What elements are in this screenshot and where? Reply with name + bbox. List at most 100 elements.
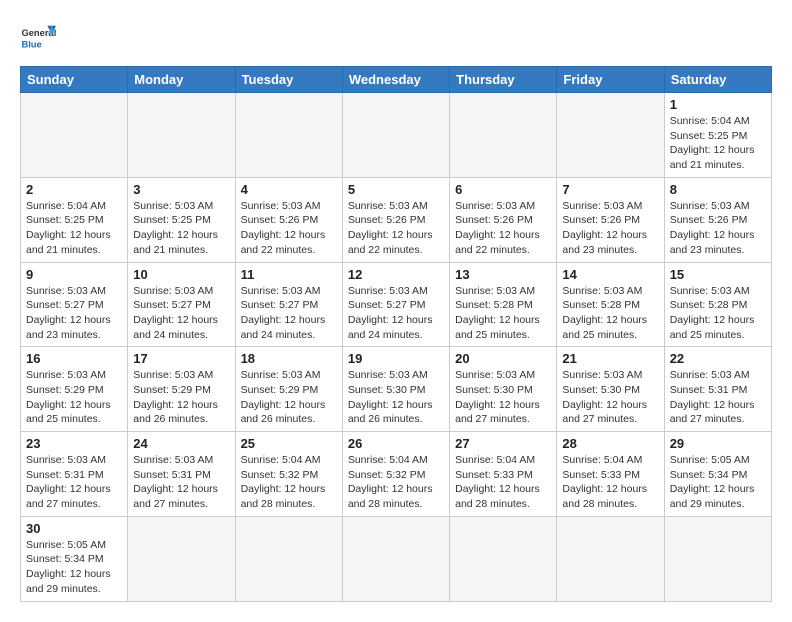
calendar-cell: 17 Sunrise: 5:03 AM Sunset: 5:29 PM Dayli… (128, 347, 235, 432)
calendar-cell: 25 Sunrise: 5:04 AM Sunset: 5:32 PM Dayli… (235, 432, 342, 517)
day-info: Sunrise: 5:03 AM Sunset: 5:25 PM Dayligh… (133, 199, 229, 258)
day-number: 17 (133, 351, 229, 366)
day-info: Sunrise: 5:03 AM Sunset: 5:28 PM Dayligh… (455, 284, 551, 343)
day-info: Sunrise: 5:03 AM Sunset: 5:26 PM Dayligh… (562, 199, 658, 258)
calendar-cell: 9 Sunrise: 5:03 AM Sunset: 5:27 PM Daylig… (21, 262, 128, 347)
day-number: 7 (562, 182, 658, 197)
calendar-week-6: 30 Sunrise: 5:05 AM Sunset: 5:34 PM Dayli… (21, 516, 772, 601)
page-header: General Blue (20, 20, 772, 56)
day-number: 30 (26, 521, 122, 536)
day-header-wednesday: Wednesday (342, 67, 449, 93)
day-info: Sunrise: 5:03 AM Sunset: 5:29 PM Dayligh… (241, 368, 337, 427)
day-info: Sunrise: 5:03 AM Sunset: 5:26 PM Dayligh… (241, 199, 337, 258)
day-info: Sunrise: 5:04 AM Sunset: 5:25 PM Dayligh… (26, 199, 122, 258)
calendar-cell: 29Sunrise: 5:05 AM Sunset: 5:34 PM Dayli… (664, 432, 771, 517)
day-number: 5 (348, 182, 444, 197)
day-header-friday: Friday (557, 67, 664, 93)
day-info: Sunrise: 5:03 AM Sunset: 5:29 PM Dayligh… (26, 368, 122, 427)
calendar-week-1: 1 Sunrise: 5:04 AM Sunset: 5:25 PM Daylig… (21, 93, 772, 178)
day-number: 2 (26, 182, 122, 197)
calendar-cell: 5 Sunrise: 5:03 AM Sunset: 5:26 PM Daylig… (342, 177, 449, 262)
day-number: 3 (133, 182, 229, 197)
logo: General Blue (20, 20, 56, 56)
day-number: 14 (562, 267, 658, 282)
day-info: Sunrise: 5:03 AM Sunset: 5:28 PM Dayligh… (562, 284, 658, 343)
calendar-cell: 2 Sunrise: 5:04 AM Sunset: 5:25 PM Daylig… (21, 177, 128, 262)
calendar-cell (450, 93, 557, 178)
day-number: 1 (670, 97, 766, 112)
calendar-cell: 23 Sunrise: 5:03 AM Sunset: 5:31 PM Dayli… (21, 432, 128, 517)
svg-text:Blue: Blue (21, 39, 41, 49)
day-info: Sunrise: 5:03 AM Sunset: 5:29 PM Dayligh… (133, 368, 229, 427)
day-number: 27 (455, 436, 551, 451)
calendar-cell: 27 Sunrise: 5:04 AM Sunset: 5:33 PM Dayli… (450, 432, 557, 517)
day-number: 11 (241, 267, 337, 282)
day-info: Sunrise: 5:03 AM Sunset: 5:26 PM Dayligh… (670, 199, 766, 258)
day-number: 23 (26, 436, 122, 451)
day-info: Sunrise: 5:03 AM Sunset: 5:26 PM Dayligh… (348, 199, 444, 258)
day-info: Sunrise: 5:03 AM Sunset: 5:28 PM Dayligh… (670, 284, 766, 343)
day-number: 28 (562, 436, 658, 451)
day-info: Sunrise: 5:05 AM Sunset: 5:34 PM Dayligh… (26, 538, 122, 597)
calendar-cell (128, 516, 235, 601)
day-info: Sunrise: 5:03 AM Sunset: 5:30 PM Dayligh… (455, 368, 551, 427)
calendar-cell: 19Sunrise: 5:03 AM Sunset: 5:30 PM Dayli… (342, 347, 449, 432)
calendar-cell (664, 516, 771, 601)
day-info: Sunrise: 5:03 AM Sunset: 5:26 PM Dayligh… (455, 199, 551, 258)
day-info: Sunrise: 5:04 AM Sunset: 5:33 PM Dayligh… (455, 453, 551, 512)
calendar-cell (342, 516, 449, 601)
day-header-saturday: Saturday (664, 67, 771, 93)
day-info: Sunrise: 5:03 AM Sunset: 5:31 PM Dayligh… (26, 453, 122, 512)
day-number: 13 (455, 267, 551, 282)
calendar-cell: 11Sunrise: 5:03 AM Sunset: 5:27 PM Dayli… (235, 262, 342, 347)
day-number: 26 (348, 436, 444, 451)
day-info: Sunrise: 5:04 AM Sunset: 5:25 PM Dayligh… (670, 114, 766, 173)
day-info: Sunrise: 5:04 AM Sunset: 5:33 PM Dayligh… (562, 453, 658, 512)
day-number: 18 (241, 351, 337, 366)
calendar-cell: 15Sunrise: 5:03 AM Sunset: 5:28 PM Dayli… (664, 262, 771, 347)
logo-icon: General Blue (20, 20, 56, 56)
day-number: 21 (562, 351, 658, 366)
day-info: Sunrise: 5:05 AM Sunset: 5:34 PM Dayligh… (670, 453, 766, 512)
day-info: Sunrise: 5:03 AM Sunset: 5:27 PM Dayligh… (26, 284, 122, 343)
calendar-week-4: 16 Sunrise: 5:03 AM Sunset: 5:29 PM Dayli… (21, 347, 772, 432)
day-number: 4 (241, 182, 337, 197)
day-info: Sunrise: 5:03 AM Sunset: 5:30 PM Dayligh… (562, 368, 658, 427)
calendar-cell: 16 Sunrise: 5:03 AM Sunset: 5:29 PM Dayli… (21, 347, 128, 432)
day-number: 25 (241, 436, 337, 451)
calendar-cell: 24 Sunrise: 5:03 AM Sunset: 5:31 PM Dayli… (128, 432, 235, 517)
day-number: 12 (348, 267, 444, 282)
calendar-cell: 18 Sunrise: 5:03 AM Sunset: 5:29 PM Dayli… (235, 347, 342, 432)
calendar-cell (235, 516, 342, 601)
calendar-cell: 26 Sunrise: 5:04 AM Sunset: 5:32 PM Dayli… (342, 432, 449, 517)
calendar-cell: 30 Sunrise: 5:05 AM Sunset: 5:34 PM Dayli… (21, 516, 128, 601)
calendar-cell (342, 93, 449, 178)
calendar-cell (128, 93, 235, 178)
day-header-monday: Monday (128, 67, 235, 93)
calendar-cell: 14 Sunrise: 5:03 AM Sunset: 5:28 PM Dayli… (557, 262, 664, 347)
calendar-header-row: SundayMondayTuesdayWednesdayThursdayFrid… (21, 67, 772, 93)
day-number: 16 (26, 351, 122, 366)
calendar-cell (557, 516, 664, 601)
calendar-cell (235, 93, 342, 178)
calendar-cell: 6Sunrise: 5:03 AM Sunset: 5:26 PM Daylig… (450, 177, 557, 262)
day-number: 8 (670, 182, 766, 197)
day-info: Sunrise: 5:03 AM Sunset: 5:31 PM Dayligh… (133, 453, 229, 512)
calendar-cell: 4 Sunrise: 5:03 AM Sunset: 5:26 PM Daylig… (235, 177, 342, 262)
day-number: 9 (26, 267, 122, 282)
calendar: SundayMondayTuesdayWednesdayThursdayFrid… (20, 66, 772, 602)
calendar-cell: 10Sunrise: 5:03 AM Sunset: 5:27 PM Dayli… (128, 262, 235, 347)
day-header-sunday: Sunday (21, 67, 128, 93)
day-number: 10 (133, 267, 229, 282)
calendar-cell: 20Sunrise: 5:03 AM Sunset: 5:30 PM Dayli… (450, 347, 557, 432)
day-info: Sunrise: 5:04 AM Sunset: 5:32 PM Dayligh… (348, 453, 444, 512)
day-number: 24 (133, 436, 229, 451)
day-number: 22 (670, 351, 766, 366)
day-info: Sunrise: 5:03 AM Sunset: 5:31 PM Dayligh… (670, 368, 766, 427)
calendar-cell: 13 Sunrise: 5:03 AM Sunset: 5:28 PM Dayli… (450, 262, 557, 347)
calendar-cell: 12Sunrise: 5:03 AM Sunset: 5:27 PM Dayli… (342, 262, 449, 347)
day-info: Sunrise: 5:04 AM Sunset: 5:32 PM Dayligh… (241, 453, 337, 512)
calendar-cell (557, 93, 664, 178)
calendar-cell: 8 Sunrise: 5:03 AM Sunset: 5:26 PM Daylig… (664, 177, 771, 262)
calendar-cell: 21 Sunrise: 5:03 AM Sunset: 5:30 PM Dayli… (557, 347, 664, 432)
